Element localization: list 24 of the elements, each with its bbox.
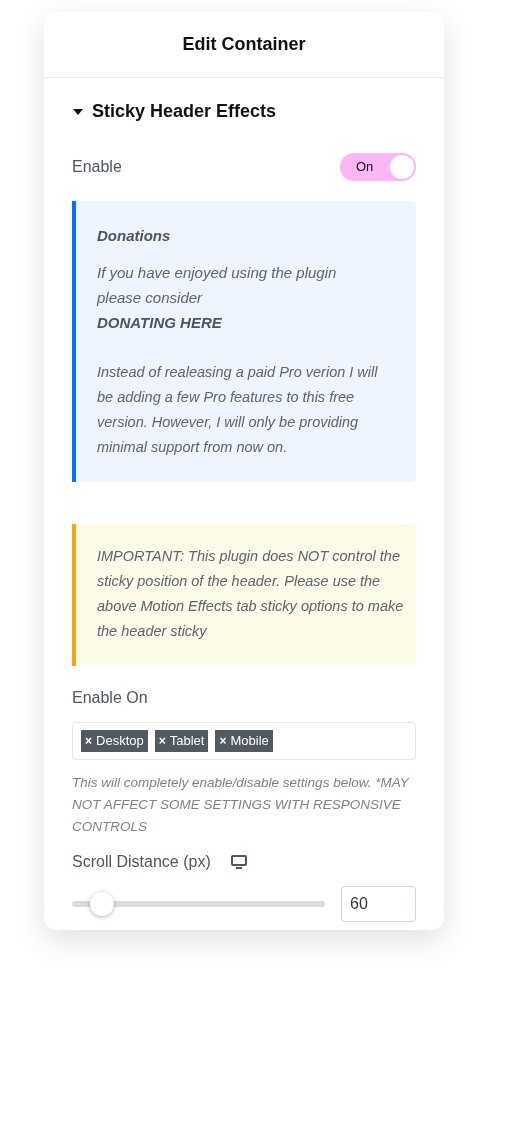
- device-select[interactable]: × Desktop × Tablet × Mobile: [72, 722, 416, 760]
- enable-on-label: Enable On: [72, 688, 149, 708]
- desktop-icon: [230, 855, 247, 869]
- important-notice: IMPORTANT: This plugin does NOT control the sticky position of the header. Please use the above Motion Effects tab sticky options to make the header sticky: [72, 524, 416, 666]
- notice-text: Instead of realeasing a paid Pro verion I will be adding a few Pro features to this free version. However, I will only be providing minimal support from now on.: [97, 363, 379, 457]
- scroll-distance-label: Scroll Distance (px): [72, 852, 211, 872]
- remove-tag-button[interactable]: ×: [219, 732, 227, 750]
- enable-label: Enable: [72, 157, 122, 177]
- panel-title: Edit Container: [182, 33, 306, 56]
- tag-label: Desktop: [96, 732, 144, 751]
- section-toggle[interactable]: Sticky Header Effects: [72, 98, 277, 125]
- help-text: This will completely enable/disable settings below. *MAY NOT AFFECT SOME SETTINGS WITH RESPONSIVE CONTROLS: [72, 774, 411, 836]
- notice-text: If you have enjoyed using the plugin: [97, 263, 338, 283]
- notice-text: please consider: [97, 288, 204, 308]
- tag-label: Tablet: [169, 732, 205, 751]
- slider-thumb[interactable]: [90, 892, 115, 916]
- caret-icon: [72, 107, 84, 116]
- notice-title: Donations: [97, 226, 172, 246]
- enable-toggle[interactable]: On: [340, 153, 416, 181]
- tag-label: Mobile: [230, 732, 269, 751]
- donate-link[interactable]: DONATING HERE: [97, 310, 222, 335]
- remove-tag-button[interactable]: ×: [158, 732, 166, 750]
- remove-tag-button[interactable]: ×: [85, 732, 92, 750]
- scroll-distance-field[interactable]: 60: [341, 886, 416, 922]
